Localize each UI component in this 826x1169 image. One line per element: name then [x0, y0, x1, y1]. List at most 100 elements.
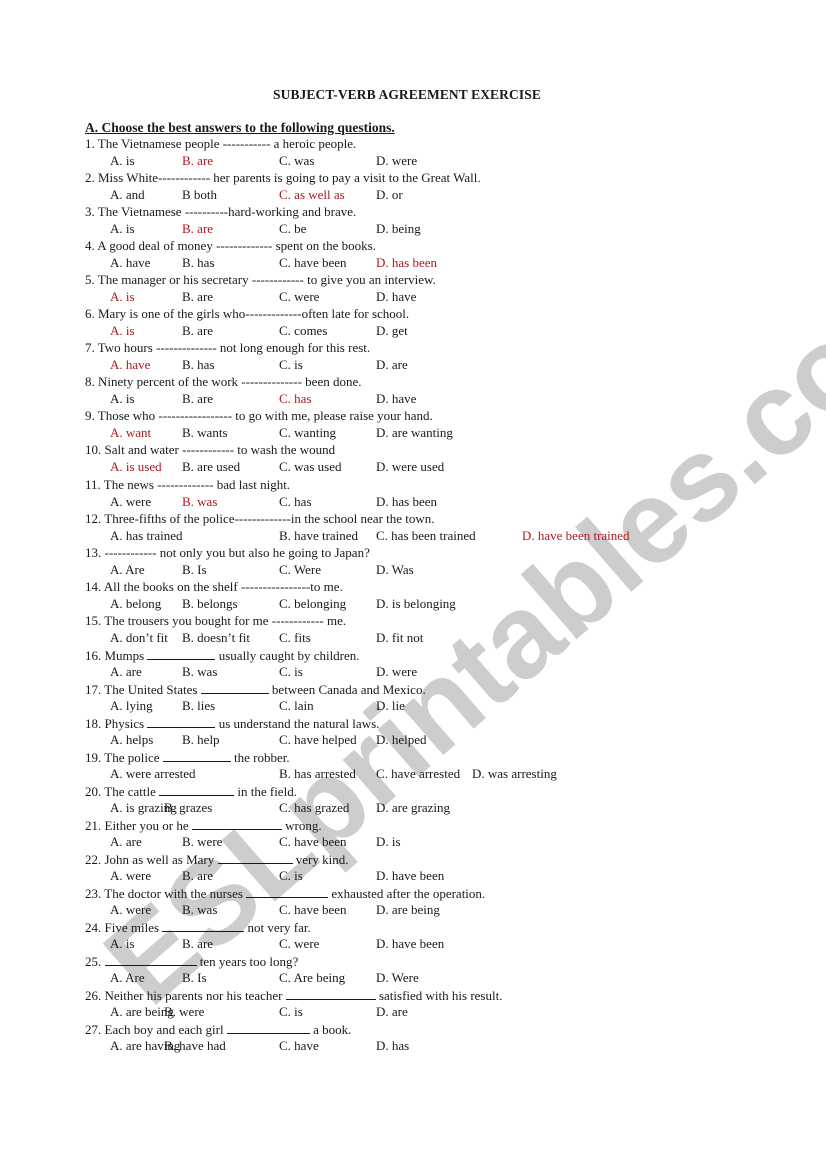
- answer-option[interactable]: D. was arresting: [472, 766, 557, 782]
- answer-option[interactable]: D. get: [376, 323, 408, 339]
- answer-option[interactable]: C. wanting: [279, 425, 336, 441]
- answer-option-correct[interactable]: C. as well as: [279, 187, 345, 203]
- answer-option[interactable]: B. are: [182, 323, 213, 339]
- answer-option[interactable]: A. has trained: [110, 528, 183, 544]
- answer-option[interactable]: C. have been: [279, 255, 347, 271]
- answer-option-correct[interactable]: D. have been trained: [522, 528, 630, 544]
- answer-option-correct[interactable]: A. is: [110, 289, 135, 305]
- answer-option[interactable]: D. are: [376, 357, 408, 373]
- answer-option[interactable]: C. lain: [279, 698, 314, 714]
- answer-option[interactable]: D. are wanting: [376, 425, 453, 441]
- answer-option[interactable]: C. Were: [279, 562, 321, 578]
- answer-option[interactable]: C. be: [279, 221, 306, 237]
- answer-option[interactable]: C. is: [279, 357, 303, 373]
- answer-option[interactable]: B. are: [182, 391, 213, 407]
- answer-option[interactable]: A. are: [110, 834, 142, 850]
- answer-option[interactable]: A. is: [110, 221, 135, 237]
- answer-option[interactable]: D. have been: [376, 868, 444, 884]
- answer-option-correct[interactable]: A. want: [110, 425, 151, 441]
- answer-option-correct[interactable]: A. is used: [110, 459, 162, 475]
- answer-option[interactable]: B. are: [182, 936, 213, 952]
- answer-option[interactable]: A. is: [110, 391, 135, 407]
- answer-option[interactable]: A. were: [110, 902, 151, 918]
- answer-option[interactable]: A. is: [110, 153, 135, 169]
- answer-option[interactable]: D. has been: [376, 494, 437, 510]
- answer-option[interactable]: D. fit not: [376, 630, 423, 646]
- answer-option[interactable]: A. helps: [110, 732, 153, 748]
- answer-option[interactable]: A. lying: [110, 698, 153, 714]
- answer-option[interactable]: B. were: [164, 1004, 204, 1020]
- answer-option[interactable]: C. has: [279, 494, 312, 510]
- answer-option[interactable]: B. belongs: [182, 596, 238, 612]
- answer-option[interactable]: D. are: [376, 1004, 408, 1020]
- answer-option-correct[interactable]: B. was: [182, 494, 217, 510]
- answer-option[interactable]: C. is: [279, 1004, 303, 1020]
- answer-option[interactable]: C. have arrested: [376, 766, 460, 782]
- answer-option[interactable]: C. have been: [279, 902, 347, 918]
- answer-option-correct[interactable]: C. has: [279, 391, 312, 407]
- answer-option[interactable]: D. are being: [376, 902, 440, 918]
- answer-option[interactable]: A. is: [110, 936, 135, 952]
- answer-option[interactable]: A. don’t fit: [110, 630, 168, 646]
- answer-option[interactable]: C. fits: [279, 630, 311, 646]
- answer-option[interactable]: D. are grazing: [376, 800, 450, 816]
- answer-option[interactable]: B. are used: [182, 459, 240, 475]
- answer-option[interactable]: B. were: [182, 834, 222, 850]
- answer-option[interactable]: B. help: [182, 732, 220, 748]
- answer-option[interactable]: C. were: [279, 289, 319, 305]
- answer-option[interactable]: A. have: [110, 255, 150, 271]
- answer-option-correct[interactable]: B. are: [182, 221, 213, 237]
- answer-option[interactable]: A. were: [110, 868, 151, 884]
- answer-option[interactable]: C. was: [279, 153, 314, 169]
- answer-option-correct[interactable]: B. are: [182, 153, 213, 169]
- answer-option[interactable]: B both: [182, 187, 217, 203]
- answer-option[interactable]: C. were: [279, 936, 319, 952]
- answer-option-correct[interactable]: A. is: [110, 323, 135, 339]
- answer-option[interactable]: B. doesn’t fit: [182, 630, 250, 646]
- answer-option[interactable]: A. were: [110, 494, 151, 510]
- answer-option[interactable]: D. lie: [376, 698, 405, 714]
- answer-option[interactable]: D. have been: [376, 936, 444, 952]
- answer-option[interactable]: D. Were: [376, 970, 419, 986]
- answer-option[interactable]: D. have: [376, 289, 416, 305]
- answer-option[interactable]: A. Are: [110, 562, 145, 578]
- answer-option[interactable]: C. has grazed: [279, 800, 349, 816]
- answer-option[interactable]: C. have: [279, 1038, 319, 1054]
- answer-option[interactable]: D. is: [376, 834, 401, 850]
- answer-option[interactable]: A. and: [110, 187, 145, 203]
- answer-option[interactable]: D. were: [376, 664, 417, 680]
- answer-option[interactable]: D. helped: [376, 732, 427, 748]
- answer-option[interactable]: B. have trained: [279, 528, 358, 544]
- answer-option[interactable]: B. has: [182, 357, 215, 373]
- answer-option[interactable]: B. has arrested: [279, 766, 356, 782]
- answer-option[interactable]: C. belonging: [279, 596, 346, 612]
- answer-option[interactable]: C. is: [279, 868, 303, 884]
- answer-option[interactable]: D. Was: [376, 562, 414, 578]
- answer-option[interactable]: C. is: [279, 664, 303, 680]
- answer-option[interactable]: B. Is: [182, 562, 207, 578]
- answer-option[interactable]: B. lies: [182, 698, 215, 714]
- answer-option[interactable]: D. have: [376, 391, 416, 407]
- answer-option[interactable]: D. is belonging: [376, 596, 456, 612]
- answer-option[interactable]: C. have helped: [279, 732, 357, 748]
- answer-option[interactable]: C. comes: [279, 323, 327, 339]
- answer-option[interactable]: B. was: [182, 664, 217, 680]
- answer-option[interactable]: D. has: [376, 1038, 409, 1054]
- answer-option[interactable]: A. are: [110, 664, 142, 680]
- answer-option[interactable]: A. belong: [110, 596, 161, 612]
- answer-option[interactable]: C. has been trained: [376, 528, 476, 544]
- answer-option-correct[interactable]: A. have: [110, 357, 150, 373]
- answer-option[interactable]: D. being: [376, 221, 421, 237]
- answer-option[interactable]: C. Are being: [279, 970, 345, 986]
- answer-option[interactable]: B. has: [182, 255, 215, 271]
- answer-option[interactable]: B. was: [182, 902, 217, 918]
- answer-option[interactable]: A. Are: [110, 970, 145, 986]
- answer-option[interactable]: D. or: [376, 187, 403, 203]
- answer-option[interactable]: C. have been: [279, 834, 347, 850]
- answer-option-correct[interactable]: D. has been: [376, 255, 437, 271]
- answer-option[interactable]: B. have had: [164, 1038, 226, 1054]
- answer-option[interactable]: B. are: [182, 868, 213, 884]
- answer-option[interactable]: B. wants: [182, 425, 228, 441]
- answer-option[interactable]: D. were used: [376, 459, 444, 475]
- answer-option[interactable]: C. was used: [279, 459, 341, 475]
